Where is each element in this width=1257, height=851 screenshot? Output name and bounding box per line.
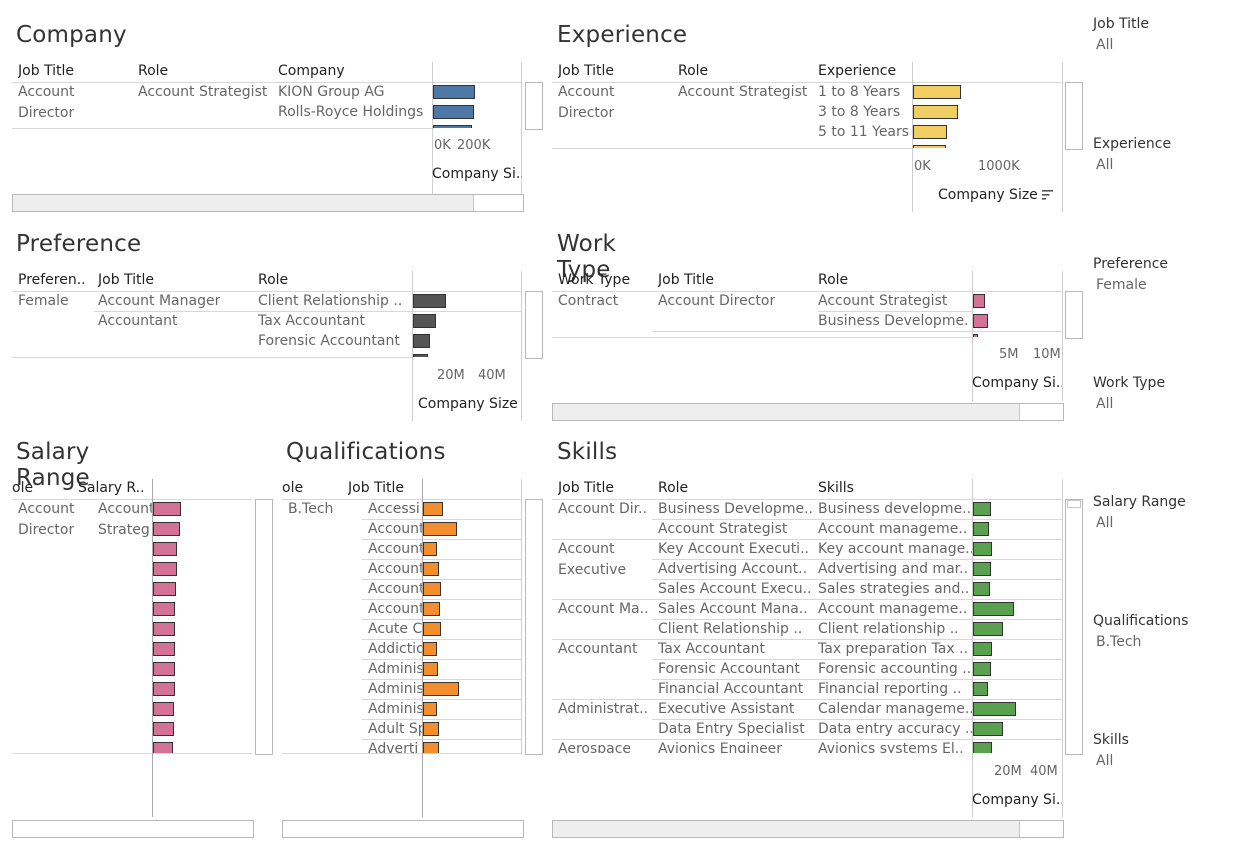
- skills-bar-8[interactable]: [973, 642, 992, 656]
- skills-role: Financial Accountant: [658, 681, 804, 697]
- skills-skill: Business developme..: [818, 501, 972, 517]
- skills-role: Tax Accountant: [658, 641, 766, 657]
- skills-row-divider: [652, 619, 1062, 620]
- skills-tick-1: 40M: [1030, 764, 1058, 779]
- skills-role: Client Relationship ..: [658, 621, 803, 637]
- skills-role: Key Account Executi..: [658, 541, 809, 557]
- skills-bar-9[interactable]: [973, 662, 991, 676]
- filter-qualifications-value[interactable]: B.Tech: [1096, 634, 1141, 650]
- skills-skill: Financial reporting ..: [818, 681, 962, 697]
- skills-vscroll-thumb[interactable]: [1067, 500, 1081, 508]
- filter-work-type-label: Work Type: [1093, 375, 1166, 391]
- skills-bar-13[interactable]: [973, 742, 992, 753]
- skills-skill: Account manageme..: [818, 601, 968, 617]
- skills-job-title: Administrat..: [558, 701, 649, 717]
- skills-skill: Advertising and mar..: [818, 561, 969, 577]
- filter-preference-value[interactable]: Female: [1096, 277, 1147, 293]
- skills-skill: Key account manage..: [818, 541, 972, 557]
- skills-row-divider: [652, 559, 1062, 560]
- filter-experience-label: Experience: [1093, 136, 1172, 152]
- filter-job-title-value[interactable]: All: [1096, 37, 1113, 53]
- skills-skill: Data entry accuracy ..: [818, 721, 972, 737]
- skills-role: Business Developme..: [658, 501, 813, 517]
- skills-bar-3[interactable]: [973, 542, 992, 556]
- skills-group-divider: [552, 599, 1062, 600]
- skills-row-divider: [652, 519, 1062, 520]
- skills-row-divider: [652, 719, 1062, 720]
- skills-group-divider: [552, 539, 1062, 540]
- skills-group-divider: [552, 699, 1062, 700]
- skills-skill: Avionics systems El..: [818, 741, 964, 753]
- skills-role: Forensic Accountant: [658, 661, 800, 677]
- skills-bar-10[interactable]: [973, 682, 988, 696]
- skills-bar-11[interactable]: [973, 702, 1016, 716]
- skills-role: Advertising Account..: [658, 561, 808, 577]
- skills-horizontal-scrollbar[interactable]: [552, 820, 1064, 838]
- skills-hscroll-thumb[interactable]: [553, 821, 1020, 837]
- skills-bar-1[interactable]: [973, 502, 991, 516]
- skills-axis-title[interactable]: Company Si..: [972, 792, 1062, 808]
- skills-skill: Forensic accounting ..: [818, 661, 972, 677]
- skills-vertical-scrollbar[interactable]: [1065, 499, 1083, 755]
- skills-group-divider: [552, 739, 1062, 740]
- skills-job-title: Aerospace: [558, 741, 632, 753]
- skills-bar-5[interactable]: [973, 582, 990, 596]
- skills-role: Sales Account Mana..: [658, 601, 808, 617]
- skills-right-border: [1062, 479, 1063, 817]
- salary-horizontal-scrollbar[interactable]: [12, 820, 254, 838]
- skills-skill: Calendar manageme..: [818, 701, 972, 717]
- filter-salary-range-value[interactable]: All: [1096, 515, 1113, 531]
- filter-experience-value[interactable]: All: [1096, 157, 1113, 173]
- filter-salary-range-label: Salary Range: [1093, 494, 1186, 510]
- skills-skill: Client relationship ..: [818, 621, 959, 637]
- skills-tick-0: 20M: [994, 764, 1022, 779]
- skills-bar-12[interactable]: [973, 722, 1003, 736]
- filter-work-type-value[interactable]: All: [1096, 396, 1113, 412]
- skills-job-title: Account Dir..: [558, 501, 648, 517]
- skills-bar-6[interactable]: [973, 602, 1014, 616]
- skills-skill: Tax preparation Tax ..: [818, 641, 969, 657]
- skills-role: Avionics Engineer: [658, 741, 783, 753]
- skills-role: Account Strategist: [658, 521, 788, 537]
- qualifications-bottom-divider: [282, 753, 522, 754]
- skills-bar-2[interactable]: [973, 522, 989, 536]
- filter-skills-label: Skills: [1093, 732, 1129, 748]
- filter-preference-label: Preference: [1093, 256, 1169, 272]
- skills-job-title: Accountant: [558, 641, 638, 657]
- filter-qualifications-label: Qualifications: [1093, 613, 1189, 629]
- salary-bottom-divider: [12, 753, 252, 754]
- skills-job-title: Account: [558, 541, 615, 557]
- skills-bar-7[interactable]: [973, 622, 1003, 636]
- skills-skill: Sales strategies and..: [818, 581, 970, 597]
- skills-role: Data Entry Specialist: [658, 721, 805, 737]
- qualifications-horizontal-scrollbar[interactable]: [282, 820, 524, 838]
- filter-job-title-label: Job Title: [1093, 16, 1150, 32]
- skills-skill: Account manageme..: [818, 521, 968, 537]
- skills-row-divider: [652, 579, 1062, 580]
- skills-job-title: Executive: [558, 562, 627, 578]
- skills-bar-4[interactable]: [973, 562, 991, 576]
- skills-role: Sales Account Execu..: [658, 581, 812, 597]
- filter-skills-value[interactable]: All: [1096, 753, 1113, 769]
- skills-group-divider: [552, 639, 1062, 640]
- skills-role: Executive Assistant: [658, 701, 795, 717]
- skills-job-title: Account Ma..: [558, 601, 649, 617]
- skills-row-divider: [652, 659, 1062, 660]
- skills-row-divider: [652, 679, 1062, 680]
